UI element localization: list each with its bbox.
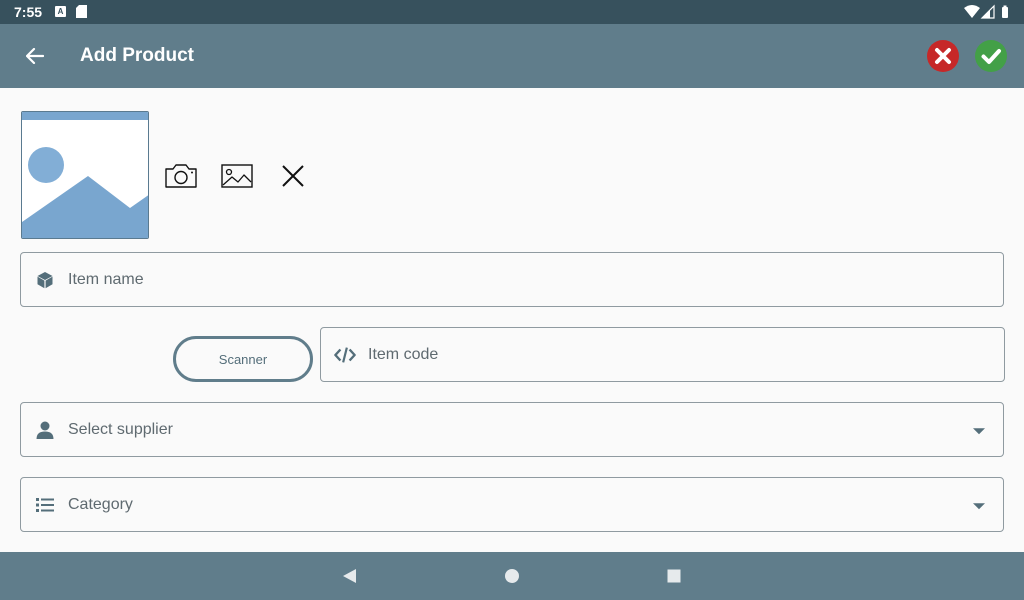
camera-icon xyxy=(165,164,197,188)
system-nav-bar xyxy=(0,552,1024,600)
image-placeholder-icon xyxy=(22,112,148,238)
supplier-placeholder: Select supplier xyxy=(68,420,173,438)
wifi-icon xyxy=(964,5,980,18)
signal-icon xyxy=(980,4,995,19)
home-circle-icon xyxy=(505,569,519,583)
battery-icon xyxy=(1002,5,1008,18)
chevron-down-icon xyxy=(973,502,985,509)
list-icon xyxy=(34,494,56,516)
item-code-placeholder: Item code xyxy=(368,345,439,363)
recents-square-icon xyxy=(667,569,681,583)
category-select[interactable]: Category xyxy=(20,477,1004,532)
back-triangle-icon xyxy=(343,569,356,583)
gallery-button[interactable] xyxy=(219,159,255,193)
nav-recents-button[interactable] xyxy=(665,567,683,585)
close-icon xyxy=(282,165,304,187)
person-icon xyxy=(34,419,56,441)
clear-image-button[interactable] xyxy=(275,159,311,193)
app-bar: Add Product xyxy=(0,24,1024,88)
scanner-button[interactable]: Scanner xyxy=(173,336,313,382)
sd-card-icon xyxy=(76,5,87,18)
nav-home-button[interactable] xyxy=(503,567,521,585)
status-right-icons xyxy=(964,4,1008,19)
camera-button[interactable] xyxy=(163,159,199,193)
arrow-back-icon xyxy=(26,48,44,64)
confirm-button[interactable] xyxy=(974,39,1008,73)
nav-back-button[interactable] xyxy=(340,567,358,585)
page-title: Add Product xyxy=(80,45,194,66)
cube-icon xyxy=(34,269,56,291)
status-time: 7:55 xyxy=(14,4,43,20)
item-name-placeholder: Item name xyxy=(68,270,144,288)
back-button[interactable] xyxy=(20,42,50,70)
product-image[interactable] xyxy=(21,111,149,239)
gallery-icon xyxy=(221,164,253,188)
supplier-select[interactable]: Select supplier xyxy=(20,402,1004,457)
a-icon: A xyxy=(55,6,66,17)
item-name-field[interactable]: Item name xyxy=(20,252,1004,307)
item-code-field[interactable]: Item code xyxy=(320,327,1005,382)
code-icon xyxy=(334,344,356,366)
status-bar: 7:55 A xyxy=(0,0,1024,24)
category-placeholder: Category xyxy=(68,495,133,513)
chevron-down-icon xyxy=(973,427,985,434)
cancel-button[interactable] xyxy=(926,39,960,73)
